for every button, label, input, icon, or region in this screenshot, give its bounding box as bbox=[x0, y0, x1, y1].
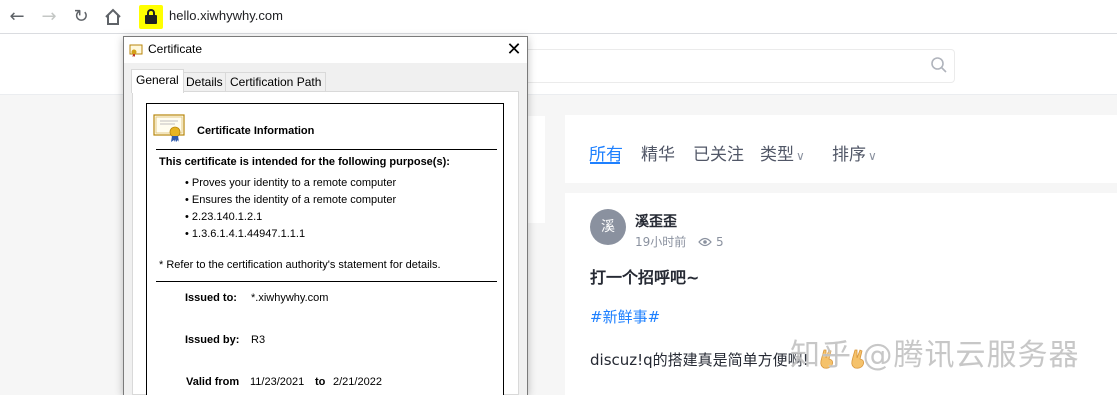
purpose-item: • 1.3.6.1.4.1.44947.1.1.1 bbox=[185, 228, 306, 240]
chevron-down-icon: ∨ bbox=[796, 149, 805, 163]
close-icon[interactable]: ✕ bbox=[502, 38, 526, 62]
certificate-icon bbox=[153, 114, 185, 142]
arrow-right-icon[interactable]: → bbox=[38, 6, 60, 28]
tab-featured[interactable]: 精华 bbox=[641, 140, 675, 165]
eye-icon bbox=[698, 235, 712, 249]
lock-icon[interactable] bbox=[139, 5, 163, 29]
post-meta: 19小时前 5 bbox=[635, 233, 724, 250]
post-topic-tag[interactable]: #新鲜事# bbox=[590, 306, 660, 327]
tab-certification-path[interactable]: Certification Path bbox=[225, 72, 327, 92]
chevron-down-icon: ∨ bbox=[868, 149, 877, 163]
watermark: 知乎 @腾讯云服务器 bbox=[790, 338, 1080, 373]
refer-note: * Refer to the certification authority's… bbox=[159, 259, 441, 271]
post-body-text: discuz!q的搭建真是简单方便啊! bbox=[590, 351, 809, 369]
issued-by-value: R3 bbox=[251, 334, 266, 346]
certificate-info-heading: Certificate Information bbox=[197, 125, 315, 137]
post-title[interactable]: 打一个招呼吧~ bbox=[590, 264, 699, 288]
valid-to-label: to bbox=[315, 376, 326, 388]
tab-general[interactable]: General bbox=[131, 69, 184, 93]
certificate-info-box bbox=[146, 103, 504, 395]
sidebar-card bbox=[525, 116, 545, 223]
purpose-heading: This certificate is intended for the fol… bbox=[159, 156, 450, 168]
tab-following[interactable]: 已关注 bbox=[693, 140, 744, 165]
issued-by-label: Issued by: bbox=[185, 334, 240, 346]
valid-to-value: 2/21/2022 bbox=[333, 376, 382, 388]
reload-icon[interactable]: ↻ bbox=[70, 6, 92, 28]
issued-to-label: Issued to: bbox=[185, 292, 237, 304]
tab-details[interactable]: Details bbox=[181, 72, 228, 92]
active-tab-indicator bbox=[590, 162, 620, 164]
tab-type[interactable]: 类型 ∨ bbox=[760, 140, 805, 165]
author-name[interactable]: 溪歪歪 bbox=[635, 211, 677, 231]
dialog-titlebar[interactable]: Certificate ✕ bbox=[124, 37, 527, 63]
search-icon[interactable] bbox=[930, 56, 948, 74]
divider bbox=[156, 149, 497, 150]
purpose-item: • Proves your identity to a remote compu… bbox=[185, 177, 397, 189]
certificate-icon bbox=[129, 44, 143, 57]
valid-from-label: Valid from bbox=[186, 376, 240, 388]
valid-from-value: 11/23/2021 bbox=[250, 376, 305, 388]
dialog-title: Certificate bbox=[148, 42, 203, 56]
divider bbox=[156, 281, 497, 282]
home-icon[interactable] bbox=[102, 6, 124, 28]
avatar[interactable]: 溪 bbox=[590, 209, 626, 245]
purpose-item: • 2.23.140.1.2.1 bbox=[185, 211, 263, 223]
tab-sort-label: 排序 bbox=[832, 145, 866, 165]
search-input[interactable] bbox=[520, 49, 955, 83]
view-count: 5 bbox=[715, 235, 724, 249]
post-time: 19小时前 bbox=[635, 235, 687, 249]
purpose-item: • Ensures the identity of a remote compu… bbox=[185, 194, 397, 206]
tab-type-label: 类型 bbox=[760, 145, 794, 165]
issued-to-value: *.xiwhywhy.com bbox=[251, 292, 329, 304]
arrow-left-icon[interactable]: ← bbox=[6, 6, 28, 28]
address-bar-url[interactable]: hello.xiwhywhy.com bbox=[169, 8, 283, 23]
tab-sort[interactable]: 排序 ∨ bbox=[832, 140, 877, 165]
browser-toolbar: ← → ↻ hello.xiwhywhy.com bbox=[0, 0, 1117, 34]
